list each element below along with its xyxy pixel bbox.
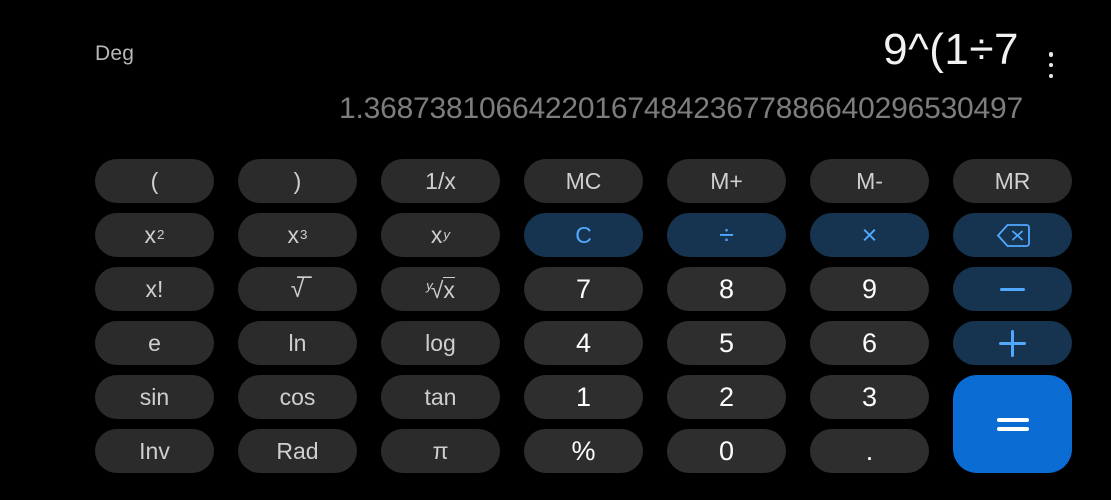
key-memory-subtract[interactable]: M- [810, 159, 929, 203]
menu-dot [1048, 52, 1054, 57]
key-euler[interactable]: e [95, 321, 214, 365]
calculator-app: Deg 9^(1÷7 1.368738106642201674842367788… [0, 0, 1111, 500]
key-memory-add[interactable]: M+ [667, 159, 786, 203]
key-7[interactable]: 7 [524, 267, 643, 311]
key-add[interactable] [953, 321, 1072, 365]
key-backspace[interactable] [953, 213, 1072, 257]
expression-text[interactable]: 9^(1÷7 [883, 25, 1019, 74]
key-log[interactable]: log [381, 321, 500, 365]
calculator-display: Deg 9^(1÷7 1.368738106642201674842367788… [0, 0, 1111, 140]
key-multiply[interactable]: × [810, 213, 929, 257]
key-4[interactable]: 4 [524, 321, 643, 365]
key-6[interactable]: 6 [810, 321, 929, 365]
key-reciprocal[interactable]: 1/x [381, 159, 500, 203]
key-3[interactable]: 3 [810, 375, 929, 419]
key-equals[interactable] [953, 375, 1072, 473]
menu-dot [1048, 73, 1054, 78]
key-square[interactable]: x2 [95, 213, 214, 257]
key-open-paren[interactable]: ( [95, 159, 214, 203]
result-text[interactable]: 1.36873810664220167484236778866402965304… [339, 92, 1023, 126]
key-inverse[interactable]: Inv [95, 429, 214, 473]
more-vertical-icon[interactable] [1039, 50, 1063, 80]
key-2[interactable]: 2 [667, 375, 786, 419]
key-decimal[interactable]: . [810, 429, 929, 473]
key-0[interactable]: 0 [667, 429, 786, 473]
key-power[interactable]: xy [381, 213, 500, 257]
key-memory-recall[interactable]: MR [953, 159, 1072, 203]
key-nth-root[interactable]: y √ x [381, 267, 500, 311]
key-cube[interactable]: x3 [238, 213, 357, 257]
key-close-paren[interactable]: ) [238, 159, 357, 203]
key-5[interactable]: 5 [667, 321, 786, 365]
key-square-root[interactable]: √̅̅ [238, 267, 357, 311]
key-percent[interactable]: % [524, 429, 643, 473]
key-pi[interactable]: π [381, 429, 500, 473]
key-radian-toggle[interactable]: Rad [238, 429, 357, 473]
angle-mode-label[interactable]: Deg [95, 42, 134, 66]
key-cos[interactable]: cos [238, 375, 357, 419]
key-factorial[interactable]: x! [95, 267, 214, 311]
key-tan[interactable]: tan [381, 375, 500, 419]
key-divide[interactable]: ÷ [667, 213, 786, 257]
key-subtract[interactable] [953, 267, 1072, 311]
menu-dot [1048, 62, 1054, 68]
key-memory-clear[interactable]: MC [524, 159, 643, 203]
key-clear[interactable]: C [524, 213, 643, 257]
key-1[interactable]: 1 [524, 375, 643, 419]
key-9[interactable]: 9 [810, 267, 929, 311]
key-natural-log[interactable]: ln [238, 321, 357, 365]
key-8[interactable]: 8 [667, 267, 786, 311]
key-sin[interactable]: sin [95, 375, 214, 419]
keypad: () 1/x MC M+ M- MR x 2 x 3 x y C ÷ × x! √̅̅ y √ x 7 8 9 e ln log 4… [95, 159, 1072, 473]
